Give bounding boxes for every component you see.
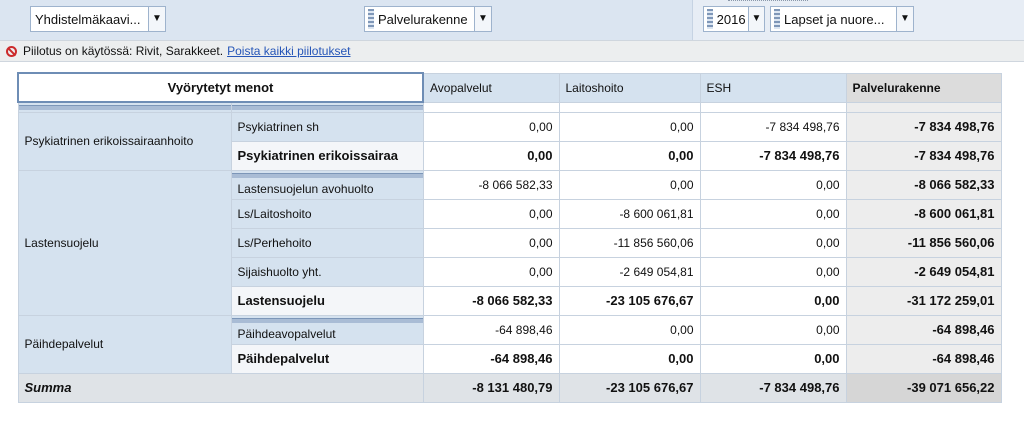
value-cell[interactable]: -2 649 054,81 [558,256,701,287]
value-cell[interactable]: 0,00 [422,227,560,258]
summary-row: Summa -8 131 480,79 -23 105 676,67 -7 83… [17,372,1002,403]
subtotal-cell[interactable]: 0,00 [558,140,701,171]
filter-notice-text: Piilotus on käytössä: Rivit, Sarakkeet. [23,44,224,58]
row-header-grip[interactable] [17,101,232,113]
subtotal-header[interactable]: Päihdepalvelut [230,343,424,374]
value-cell[interactable]: 0,00 [422,111,560,142]
spacer-row [17,101,1002,113]
total-cell[interactable]: -7 834 498,76 [845,111,1002,142]
total-cell[interactable]: -64 898,46 [845,343,1002,374]
table-row: Lastensuojelu Lastensuojelun avohuolto -… [17,169,1002,316]
column-header[interactable]: Laitoshoito [558,72,701,103]
value-cell[interactable]: 0,00 [558,314,701,345]
row-group-header[interactable]: Lastensuojelu [17,169,232,316]
value-cell[interactable]: 0,00 [699,198,847,229]
table-row: Päihdepalvelut Päihdeavopalvelut -64 898… [17,314,1002,374]
filter-group-label: Lapset ja nuore... [784,11,885,27]
subtotal-cell[interactable]: -8 066 582,33 [422,285,560,316]
total-cell[interactable]: -2 649 054,81 [845,256,1002,287]
filter-notice-bar: Piilotus on käytössä: Rivit, Sarakkeet. … [0,40,1024,62]
chevron-down-icon[interactable]: ▼ [747,7,764,31]
value-cell[interactable]: 0,00 [699,314,847,345]
row-header[interactable]: Ls/Perhehoito [230,227,424,258]
filter-yhdistelmakaavio-label: Yhdistelmäkaavi... [35,11,141,27]
spacer-cell [699,101,847,113]
chevron-down-icon[interactable]: ▼ [896,7,913,31]
filter-year-label: 2016 [716,11,746,27]
value-cell[interactable]: 0,00 [422,198,560,229]
value-cell[interactable]: 0,00 [699,169,847,200]
grand-total-cell[interactable]: -39 071 656,22 [845,372,1002,403]
subtotal-header[interactable]: Lastensuojelu [230,285,424,316]
row-header[interactable]: Lastensuojelun avohuolto [230,169,424,200]
value-cell[interactable]: 0,00 [699,227,847,258]
value-cell[interactable]: 0,00 [699,256,847,287]
subtotal-cell[interactable]: -23 105 676,67 [558,285,701,316]
filter-year[interactable]: 2016 ▼ [703,6,765,32]
row-header-label: Lastensuojelun avohuolto [237,182,374,196]
value-cell[interactable]: 0,00 [558,169,701,200]
subtotal-cell[interactable]: 0,00 [422,140,560,171]
pivot-table: Vyörytetyt menot Avopalvelut Laitoshoito… [17,72,1002,403]
spacer-cell [845,101,1002,113]
row-header[interactable]: Päihdeavopalvelut [230,314,424,345]
subtotal-cell[interactable]: 0,00 [699,285,847,316]
value-cell[interactable]: -11 856 560,06 [558,227,701,258]
row-group-header[interactable]: Psykiatrinen erikoissairaanhoito [17,111,232,171]
subtotal-cell[interactable]: 0,00 [558,343,701,374]
column-header-row: Vyörytetyt menot Avopalvelut Laitoshoito… [17,72,1002,103]
total-cell[interactable]: -8 600 061,81 [845,198,1002,229]
total-cell[interactable]: -31 172 259,01 [845,285,1002,316]
total-cell[interactable]: -8 066 582,33 [845,169,1002,200]
row-header[interactable]: Psykiatrinen sh [230,111,424,142]
filter-palvelurakenne[interactable]: Palvelurakenne ▼ [364,6,492,32]
chevron-down-icon[interactable]: ▼ [148,7,165,31]
subtotal-cell[interactable]: -64 898,46 [422,343,560,374]
row-group-header[interactable]: Päihdepalvelut [17,314,232,374]
filter-palvelurakenne-label: Palvelurakenne [378,11,468,27]
remove-all-hidden-link[interactable]: Poista kaikki piilotukset [227,44,350,58]
spacer-cell [422,101,560,113]
chevron-down-icon[interactable]: ▼ [474,7,491,31]
summary-cell[interactable]: -8 131 480,79 [422,372,560,403]
total-cell[interactable]: -7 834 498,76 [845,140,1002,171]
total-cell[interactable]: -64 898,46 [845,314,1002,345]
column-header[interactable]: Avopalvelut [422,72,560,103]
subtotal-header[interactable]: Psykiatrinen erikoissairaa [230,140,424,171]
spacer-cell [558,101,701,113]
value-cell[interactable]: -8 066 582,33 [422,169,560,200]
value-cell[interactable]: 0,00 [558,111,701,142]
total-cell[interactable]: -11 856 560,06 [845,227,1002,258]
subtotal-cell[interactable]: 0,00 [699,343,847,374]
filter-group[interactable]: Lapset ja nuore... ▼ [770,6,914,32]
value-cell[interactable]: -8 600 061,81 [558,198,701,229]
value-cell[interactable]: 0,00 [422,256,560,287]
row-header[interactable]: Sijaishuolto yht. [230,256,424,287]
summary-cell[interactable]: -23 105 676,67 [558,372,701,403]
column-header-total[interactable]: Palvelurakenne [845,72,1002,103]
subtotal-cell[interactable]: -7 834 498,76 [699,140,847,171]
pivot-corner-title[interactable]: Vyörytetyt menot [17,72,424,103]
row-header-label: Päihdeavopalvelut [237,327,336,341]
filter-yhdistelmakaavio[interactable]: Yhdistelmäkaavi... ▼ [30,6,166,32]
toolbar: Yhdistelmäkaavi... ▼ Palvelurakenne ▼ 20… [0,0,1024,40]
prohibited-icon [6,45,17,57]
column-header[interactable]: ESH [699,72,847,103]
value-cell[interactable]: -64 898,46 [422,314,560,345]
summary-label[interactable]: Summa [17,372,424,403]
table-row: Psykiatrinen erikoissairaanhoito Psykiat… [17,111,1002,171]
row-header-grip[interactable] [230,101,424,113]
row-header[interactable]: Ls/Laitoshoito [230,198,424,229]
summary-cell[interactable]: -7 834 498,76 [699,372,847,403]
value-cell[interactable]: -7 834 498,76 [699,111,847,142]
